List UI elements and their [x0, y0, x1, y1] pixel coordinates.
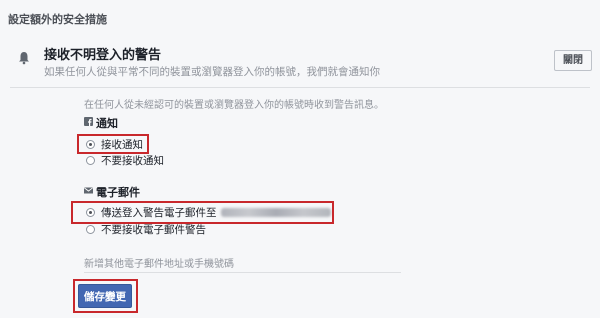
notifications-group-title: 通知	[96, 117, 118, 130]
radio-button[interactable]	[86, 155, 95, 165]
envelope-icon	[84, 187, 93, 194]
facebook-icon	[84, 117, 93, 126]
radio-label: 不要接收通知	[101, 154, 164, 167]
login-alerts-section: 接收不明登入的警告 如果任何人從與平常不同的裝置或瀏覽器登入你的帳號，我們就會通…	[0, 34, 600, 318]
bell-icon	[19, 52, 29, 65]
section-title: 接收不明登入的警告	[44, 48, 162, 63]
page-header: 設定額外的安全措施	[0, 0, 600, 35]
page-title: 設定額外的安全措施	[8, 13, 107, 26]
divider	[10, 87, 590, 88]
radio-no-email-alert[interactable]: 不要接收電子郵件警告	[86, 221, 206, 237]
email-group-title: 電子郵件	[96, 186, 140, 199]
section-description: 如果任何人從與平常不同的裝置或瀏覽器登入你的帳號，我們就會通知你	[44, 66, 380, 78]
panel-intro: 在任何人從未經認可的裝置或瀏覽器登入你的帳號時收到警告訊息。	[84, 100, 384, 111]
divider	[84, 272, 401, 273]
radio-label: 不要接收電子郵件警告	[101, 223, 206, 236]
radio-button[interactable]	[86, 224, 95, 234]
radio-no-notifications[interactable]: 不要接收通知	[86, 152, 164, 168]
close-button[interactable]: 關閉	[554, 50, 592, 71]
highlight-box	[77, 134, 149, 154]
highlight-box	[73, 279, 138, 313]
add-contact-link[interactable]: 新增其他電子郵件地址或手機號碼	[84, 255, 234, 270]
